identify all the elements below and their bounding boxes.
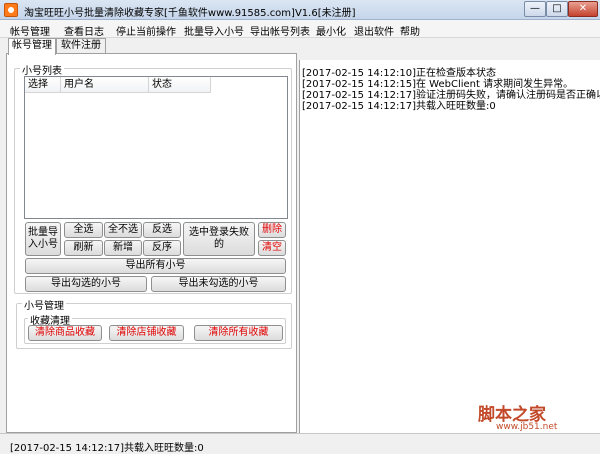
- menu-minimize[interactable]: 最小化: [316, 23, 346, 38]
- app-icon: [4, 3, 18, 17]
- status-bar: [2017-02-15 14:12:17]共载入旺旺数量:0: [0, 433, 600, 454]
- select-none-button[interactable]: 全不选: [104, 222, 142, 238]
- menu-exit[interactable]: 退出软件: [354, 23, 394, 38]
- batch-import-button[interactable]: 批量导 入小号: [25, 222, 61, 256]
- column-header-select[interactable]: 选择: [25, 77, 61, 93]
- log-line: [2017-02-15 14:12:17]共载入旺旺数量:0: [302, 101, 496, 112]
- window-title: 淘宝旺旺小号批量清除收藏专家[千鱼软件www.91585.com]V1.6[未注…: [24, 8, 356, 19]
- tab-account-manage[interactable]: 帐号管理: [8, 38, 56, 55]
- export-checked-button[interactable]: 导出勾选的小号: [25, 276, 147, 292]
- title-bar: 淘宝旺旺小号批量清除收藏专家[千鱼软件www.91585.com]V1.6[未注…: [0, 0, 600, 20]
- menu-help[interactable]: 帮助: [400, 23, 420, 38]
- select-all-button[interactable]: 全选: [64, 222, 103, 238]
- export-unchecked-button[interactable]: 导出未勾选的小号: [151, 276, 286, 292]
- delete-button[interactable]: 删除: [258, 222, 286, 238]
- menu-view-log[interactable]: 查看日志: [64, 23, 104, 38]
- refresh-button[interactable]: 刷新: [64, 240, 103, 256]
- clear-button[interactable]: 清空: [258, 240, 286, 256]
- menu-batch-import[interactable]: 批量导入小号: [184, 23, 244, 38]
- clear-all-favorites-button[interactable]: 清除所有收藏: [194, 325, 283, 341]
- invert-selection-button[interactable]: 反选: [143, 222, 181, 238]
- tab-software-register[interactable]: 软件注册: [56, 38, 106, 54]
- maximize-button[interactable]: □: [546, 1, 568, 17]
- add-button[interactable]: 新增: [104, 240, 142, 256]
- select-login-failed-button[interactable]: 选中登录失败 的: [183, 222, 255, 256]
- clear-shop-favorites-button[interactable]: 清除店铺收藏: [109, 325, 184, 341]
- minimize-button[interactable]: —: [524, 1, 546, 17]
- account-list-label: 小号列表: [20, 62, 64, 77]
- menu-stop-operation[interactable]: 停止当前操作: [116, 23, 176, 38]
- status-text: [2017-02-15 14:12:17]共载入旺旺数量:0: [10, 443, 204, 454]
- menu-account-manage[interactable]: 帐号管理: [10, 23, 50, 38]
- log-panel[interactable]: [2017-02-15 14:12:10]正在检查版本状态 [2017-02-1…: [299, 60, 600, 433]
- close-button[interactable]: ✕: [568, 1, 598, 17]
- account-manage-label: 小号管理: [22, 297, 66, 312]
- column-header-username[interactable]: 用户名: [61, 77, 149, 93]
- menu-export-list[interactable]: 导出帐号列表: [250, 23, 310, 38]
- account-list-table[interactable]: 选择 用户名 状态: [24, 76, 288, 219]
- export-all-button[interactable]: 导出所有小号: [25, 258, 286, 274]
- menu-bar: 帐号管理 查看日志 停止当前操作 批量导入小号 导出帐号列表 最小化 退出软件 …: [0, 20, 600, 38]
- column-header-status[interactable]: 状态: [149, 77, 211, 93]
- clear-product-favorites-button[interactable]: 清除商品收藏: [28, 325, 102, 341]
- watermark-url: www.jb51.net: [496, 422, 558, 432]
- reverse-order-button[interactable]: 反序: [143, 240, 181, 256]
